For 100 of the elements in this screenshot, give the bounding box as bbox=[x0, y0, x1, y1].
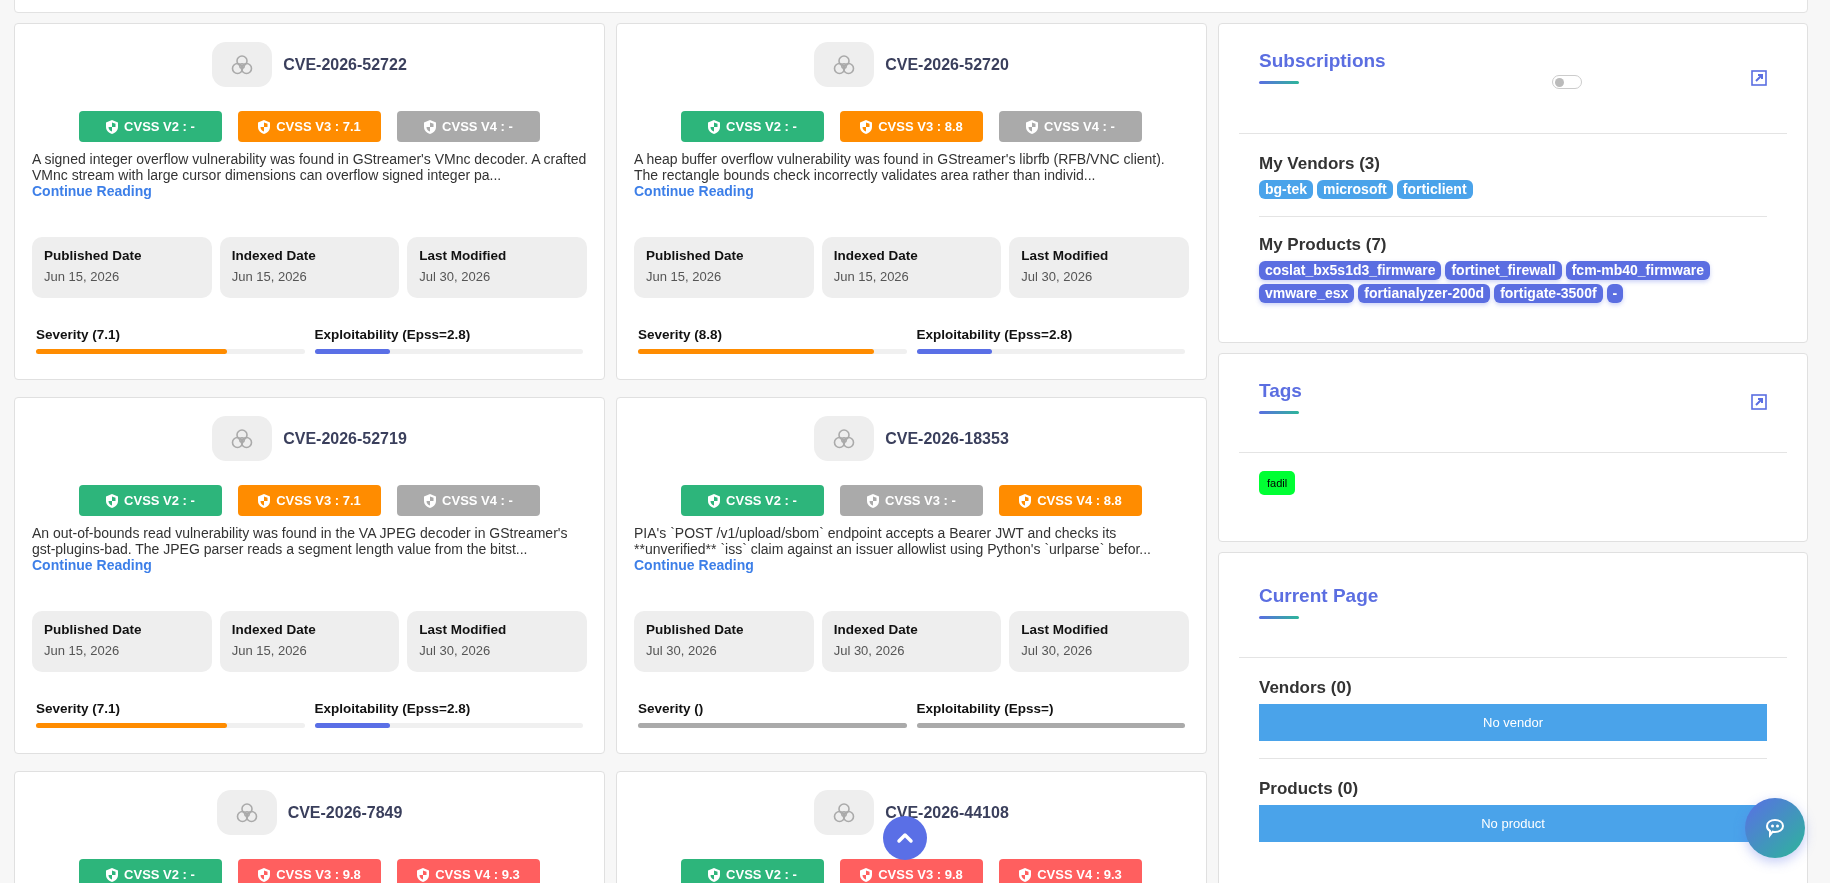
date-value: Jul 30, 2026 bbox=[646, 643, 718, 658]
shield-icon bbox=[424, 119, 437, 134]
product-tag[interactable]: fortinet_firewall bbox=[1445, 261, 1562, 280]
shield-icon bbox=[258, 119, 271, 134]
shield-icon bbox=[106, 867, 119, 882]
date-label: Indexed Date bbox=[833, 248, 919, 263]
cvss-badge: CVSS V3 : 8.8 bbox=[840, 111, 983, 142]
product-tag[interactable]: fortigate-3500f bbox=[1494, 284, 1603, 303]
tag-chip[interactable]: fadil bbox=[1259, 471, 1296, 495]
shield-icon bbox=[860, 119, 873, 134]
product-tag[interactable]: coslat_bx5s1d3_firmware bbox=[1259, 261, 1442, 280]
cvss-badge: CVSS V3 : - bbox=[840, 485, 983, 516]
continue-reading-link[interactable]: Continue Reading bbox=[32, 183, 152, 199]
cvss-badge: CVSS V3 : 9.8 bbox=[840, 859, 983, 883]
shield-icon bbox=[258, 867, 271, 882]
chat-icon bbox=[1764, 817, 1786, 839]
product-tag[interactable]: fortianalyzer-200d bbox=[1358, 284, 1491, 303]
date-value: Jun 15, 2026 bbox=[833, 269, 910, 284]
date-value: Jul 30, 2026 bbox=[1021, 269, 1094, 284]
shield-icon bbox=[417, 867, 430, 882]
date-label: Published Date bbox=[646, 622, 745, 637]
shield-icon bbox=[1019, 493, 1032, 508]
date-label: Published Date bbox=[44, 248, 143, 263]
cvss-badge: CVSS V4 : - bbox=[397, 485, 540, 516]
date-value: Jun 15, 2026 bbox=[231, 269, 308, 284]
meter-label: Severity () bbox=[638, 701, 705, 716]
shield-icon bbox=[860, 867, 873, 882]
panel-title: Current Page bbox=[1259, 585, 1379, 607]
date-value: Jul 30, 2026 bbox=[1021, 643, 1094, 658]
expand-icon[interactable] bbox=[1751, 394, 1767, 410]
date-label: Last Modified bbox=[419, 248, 508, 263]
date-label: Indexed Date bbox=[231, 622, 317, 637]
description: An out-of-bounds read vulnerability was found in the VA JPEG decoder in GStreamer's gst-plugins-bad. The JPEG parser reads a segment length value from the bitst... Continue Reading bbox=[32, 525, 569, 573]
cvss-badge: CVSS V4 : 9.3 bbox=[999, 859, 1142, 883]
date-value: Jul 30, 2026 bbox=[419, 643, 492, 658]
vendor-tag[interactable]: forticlient bbox=[1396, 180, 1473, 199]
meter-label: Exploitability (Epss=2.8) bbox=[916, 327, 1074, 342]
section-heading: Products (0) bbox=[1259, 779, 1360, 799]
date-value: Jul 30, 2026 bbox=[833, 643, 906, 658]
date-label: Last Modified bbox=[1021, 622, 1110, 637]
cvss-badge: CVSS V4 : - bbox=[397, 111, 540, 142]
cvss-badge: CVSS V4 : 9.3 bbox=[397, 859, 540, 883]
product-tag[interactable]: - bbox=[1606, 284, 1624, 303]
date-value: Jun 15, 2026 bbox=[646, 269, 723, 284]
product-tag[interactable]: fcm-mb40_firmware bbox=[1565, 261, 1710, 280]
date-label: Published Date bbox=[44, 622, 143, 637]
vendor-tag[interactable]: microsoft bbox=[1317, 180, 1393, 199]
cvss-badge: CVSS V4 : - bbox=[999, 111, 1142, 142]
cvss-badge: CVSS V2 : - bbox=[79, 485, 222, 516]
meter-label: Exploitability (Epss=2.8) bbox=[314, 327, 472, 342]
cvss-badge: CVSS V3 : 7.1 bbox=[238, 485, 381, 516]
continue-reading-link[interactable]: Continue Reading bbox=[634, 557, 754, 573]
shield-icon bbox=[708, 867, 721, 882]
cvss-badge: CVSS V2 : - bbox=[79, 859, 222, 883]
cvss-badge: CVSS V2 : - bbox=[681, 859, 824, 883]
cve-id: CVE-2026-7849 bbox=[287, 803, 403, 822]
date-value: Jun 15, 2026 bbox=[44, 643, 121, 658]
empty-notice: No vendor bbox=[1259, 704, 1767, 741]
shield-icon bbox=[258, 493, 271, 508]
product-tag[interactable]: vmware_esx bbox=[1259, 284, 1355, 303]
cvss-badge: CVSS V3 : 9.8 bbox=[238, 859, 381, 883]
cve-id: CVE-2026-44108 bbox=[885, 803, 1009, 822]
panel-title: Tags bbox=[1259, 380, 1302, 402]
date-label: Last Modified bbox=[419, 622, 508, 637]
meter-label: Severity (7.1) bbox=[36, 327, 122, 342]
meter-label: Exploitability (Epss=2.8) bbox=[314, 701, 472, 716]
cve-id: CVE-2026-52722 bbox=[283, 55, 407, 74]
continue-reading-link[interactable]: Continue Reading bbox=[32, 557, 152, 573]
date-label: Published Date bbox=[646, 248, 745, 263]
description: A heap buffer overflow vulnerability was found in GStreamer's librfb (RFB/VNC client). The rectangle bounds check incorrectly validates area rather than individ... Continue Reading bbox=[634, 151, 1166, 199]
date-label: Indexed Date bbox=[833, 622, 919, 637]
date-value: Jun 15, 2026 bbox=[44, 269, 121, 284]
cve-id: CVE-2026-18353 bbox=[885, 429, 1009, 448]
shield-icon bbox=[1026, 119, 1039, 134]
shield-icon bbox=[867, 493, 880, 508]
cvss-badge: CVSS V2 : - bbox=[681, 485, 824, 516]
description: PIA's `POST /v1/upload/sbom` endpoint accepts a Bearer JWT and checks its **unverified** `iss` claim against an issuer allowlist using Python's `urlparse` befor... Continue Reading bbox=[634, 525, 1152, 573]
shield-icon bbox=[424, 493, 437, 508]
cvss-badge: CVSS V4 : 8.8 bbox=[999, 485, 1142, 516]
cve-id: CVE-2026-52720 bbox=[885, 55, 1009, 74]
shield-icon bbox=[708, 119, 721, 134]
description: A signed integer overflow vulnerability was found in GStreamer's VMnc decoder. A crafted VMnc stream with large cursor dimensions can overflow signed integer pa... Continue Reading bbox=[32, 151, 587, 199]
date-value: Jul 30, 2026 bbox=[419, 269, 492, 284]
meter-label: Severity (8.8) bbox=[638, 327, 724, 342]
section-heading: Vendors (0) bbox=[1259, 678, 1353, 698]
date-value: Jun 15, 2026 bbox=[231, 643, 308, 658]
vendor-tag[interactable]: bg-tek bbox=[1259, 180, 1313, 199]
shield-icon bbox=[708, 493, 721, 508]
date-label: Indexed Date bbox=[231, 248, 317, 263]
cvss-badge: CVSS V3 : 7.1 bbox=[238, 111, 381, 142]
shield-icon bbox=[1019, 867, 1032, 882]
expand-icon[interactable] bbox=[1751, 70, 1767, 86]
section-heading: My Vendors (3) bbox=[1259, 154, 1381, 174]
cvss-badge: CVSS V2 : - bbox=[681, 111, 824, 142]
continue-reading-link[interactable]: Continue Reading bbox=[634, 183, 754, 199]
cvss-badge: CVSS V2 : - bbox=[79, 111, 222, 142]
meter-label: Severity (7.1) bbox=[36, 701, 122, 716]
cve-id: CVE-2026-52719 bbox=[283, 429, 407, 448]
meter-label: Exploitability (Epss=) bbox=[916, 701, 1055, 716]
section-heading: My Products (7) bbox=[1259, 235, 1388, 255]
